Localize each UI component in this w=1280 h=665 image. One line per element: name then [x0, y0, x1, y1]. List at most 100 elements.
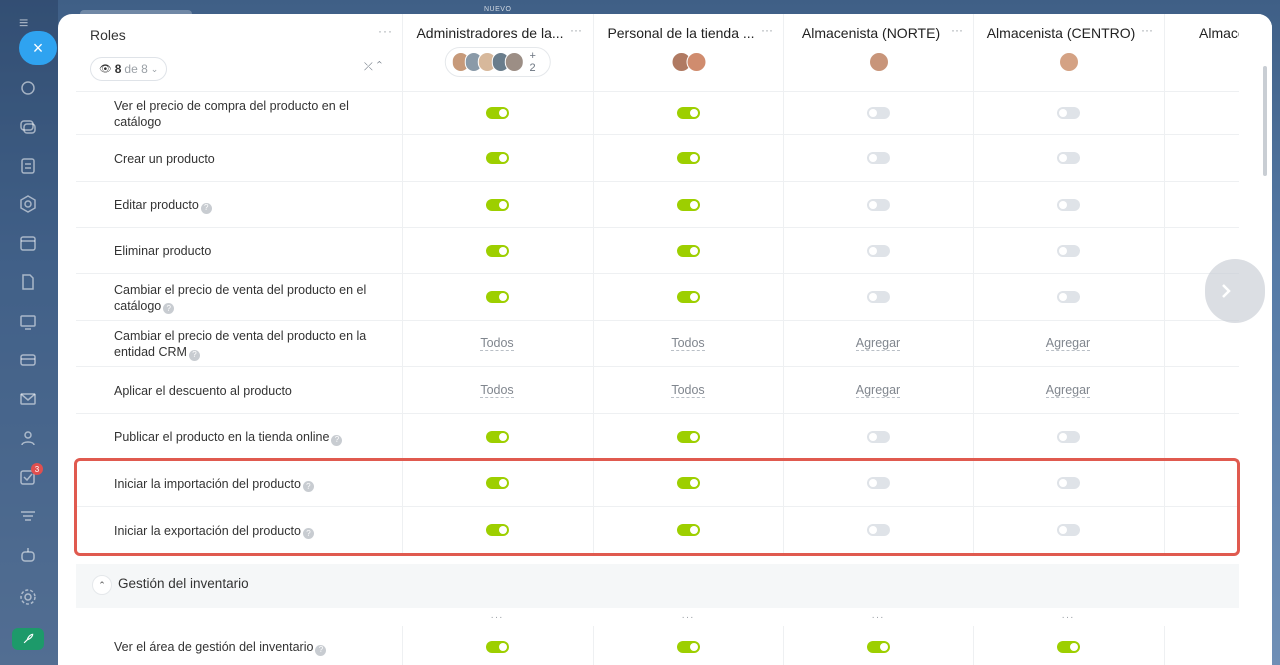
permission-toggle[interactable] [1056, 244, 1080, 257]
permission-toggle[interactable] [485, 152, 509, 164]
permission-scope-link[interactable]: Todos [480, 336, 514, 351]
calendar-icon[interactable] [17, 232, 39, 254]
close-button[interactable]: × [19, 31, 57, 65]
sites-icon[interactable] [17, 311, 39, 333]
role-column-header[interactable]: Almacenista (SUR) [1164, 14, 1239, 92]
help-icon[interactable]: ? [163, 303, 175, 314]
permission-toggle[interactable] [676, 152, 700, 164]
role-members-pill[interactable] [863, 47, 895, 77]
permission-toggle[interactable] [676, 477, 700, 489]
permission-toggle[interactable] [676, 430, 700, 443]
permission-toggle[interactable] [866, 291, 890, 303]
permission-cell [593, 507, 783, 553]
permission-scope-link[interactable]: Agregar [855, 336, 901, 351]
mail-icon[interactable] [17, 388, 39, 410]
permission-toggle[interactable] [485, 198, 509, 211]
permission-toggle[interactable] [866, 244, 890, 257]
hamburger-icon[interactable]: ≡ [19, 16, 37, 32]
rocket-icon[interactable] [12, 628, 44, 650]
permission-toggle[interactable] [1056, 152, 1080, 164]
section-inventory[interactable]: ⌃ Gestión del inventario [76, 564, 1239, 608]
column-section-more-icon[interactable]: ··· [593, 608, 783, 626]
permission-toggle[interactable] [1056, 640, 1080, 653]
permission-toggle[interactable] [676, 244, 700, 257]
permission-cell [973, 460, 1163, 506]
settings-icon[interactable] [17, 586, 39, 608]
permission-scope-link[interactable]: Agregar [1045, 383, 1091, 398]
permission-toggle[interactable] [676, 198, 700, 211]
permission-toggle[interactable] [676, 640, 700, 653]
roles-more-icon[interactable]: ··· [378, 24, 393, 38]
permission-toggle[interactable] [676, 524, 700, 536]
help-icon[interactable]: ? [302, 481, 314, 492]
role-column-header[interactable]: Almacenista (NORTE) ··· [783, 14, 973, 92]
permission-toggle[interactable] [485, 291, 509, 303]
permission-scope-link[interactable]: Agregar [855, 383, 901, 398]
permission-scope-link[interactable]: Todos [671, 336, 705, 351]
chat-icon[interactable] [17, 77, 39, 99]
filter-icon[interactable] [17, 505, 39, 527]
permission-label: Cambiar el precio de venta del producto … [114, 282, 374, 314]
card-icon[interactable] [17, 349, 39, 371]
permission-cell [973, 626, 1163, 665]
help-icon[interactable]: ? [188, 349, 200, 361]
column-more-icon[interactable]: ··· [1141, 23, 1153, 37]
role-members-pill[interactable] [1053, 47, 1085, 77]
feed-icon[interactable] [17, 155, 39, 177]
permission-toggle[interactable] [866, 198, 890, 211]
permission-toggle[interactable] [485, 430, 509, 443]
messages-icon[interactable] [17, 116, 39, 138]
permission-toggle[interactable] [1056, 477, 1080, 489]
column-more-icon[interactable]: ··· [570, 23, 582, 37]
permission-toggle[interactable] [485, 640, 509, 653]
column-section-more-icon[interactable]: ··· [783, 608, 973, 626]
column-more-icon[interactable]: ··· [951, 23, 963, 37]
permission-scope-link[interactable]: Agregar [1045, 336, 1091, 351]
collapse-expand-icons[interactable]: ⤫⌃ [364, 61, 386, 74]
permission-toggle[interactable] [676, 291, 700, 303]
role-members-pill[interactable] [665, 47, 712, 77]
permission-toggle[interactable] [1056, 291, 1080, 303]
permission-scope-link[interactable]: Todos [480, 383, 514, 398]
help-icon[interactable]: ? [331, 434, 343, 446]
permission-toggle[interactable] [485, 524, 509, 536]
help-icon[interactable]: ? [302, 528, 314, 539]
roles-filter-pill[interactable]: 👁︎ 8 de 8 ⌄ [90, 57, 168, 81]
robot-icon[interactable] [17, 544, 39, 566]
role-column-header[interactable]: Administradores de la... ··· + 2 [402, 14, 592, 92]
role-column-header[interactable]: Almacenista (CENTRO) ··· [973, 14, 1163, 92]
permission-toggle[interactable] [866, 152, 890, 164]
permission-toggle[interactable] [676, 107, 700, 119]
users-icon[interactable] [17, 427, 39, 449]
table-row: Publicar el producto en la tienda online… [76, 414, 1239, 460]
permission-cell [973, 274, 1163, 320]
help-icon[interactable]: ? [200, 202, 212, 214]
permission-toggle[interactable] [866, 524, 890, 536]
permission-toggle[interactable] [866, 477, 890, 489]
permission-toggle[interactable] [1056, 198, 1080, 211]
document-icon[interactable] [17, 271, 39, 293]
role-column-header[interactable]: Personal de la tienda ... ··· [593, 14, 783, 92]
column-more-icon[interactable]: ··· [761, 23, 773, 37]
hexagon-icon[interactable] [17, 193, 39, 215]
chevron-up-icon[interactable]: ⌃ [92, 575, 112, 595]
permission-toggle[interactable] [866, 640, 890, 653]
permission-toggle[interactable] [485, 107, 509, 119]
permission-toggle[interactable] [866, 107, 890, 119]
help-icon[interactable]: ? [315, 644, 327, 656]
role-members-pill[interactable]: + 2 [444, 47, 551, 77]
permission-label-text: Cambiar el precio de venta del producto … [114, 329, 367, 359]
permission-toggle[interactable] [1056, 430, 1080, 443]
permission-toggle[interactable] [485, 477, 509, 489]
scrollbar[interactable] [1263, 66, 1267, 176]
permission-toggle[interactable] [1056, 524, 1080, 536]
permission-label: Cambiar el precio de venta del producto … [114, 328, 374, 361]
permission-toggle[interactable] [866, 430, 890, 443]
permission-toggle[interactable] [485, 244, 509, 257]
scroll-right-button[interactable] [1205, 259, 1265, 323]
column-section-more-icon[interactable]: ··· [973, 608, 1163, 626]
section-title: Gestión del inventario [118, 576, 249, 591]
column-section-more-icon[interactable]: ··· [402, 608, 592, 626]
permission-scope-link[interactable]: Todos [671, 383, 705, 398]
permission-toggle[interactable] [1056, 107, 1080, 119]
